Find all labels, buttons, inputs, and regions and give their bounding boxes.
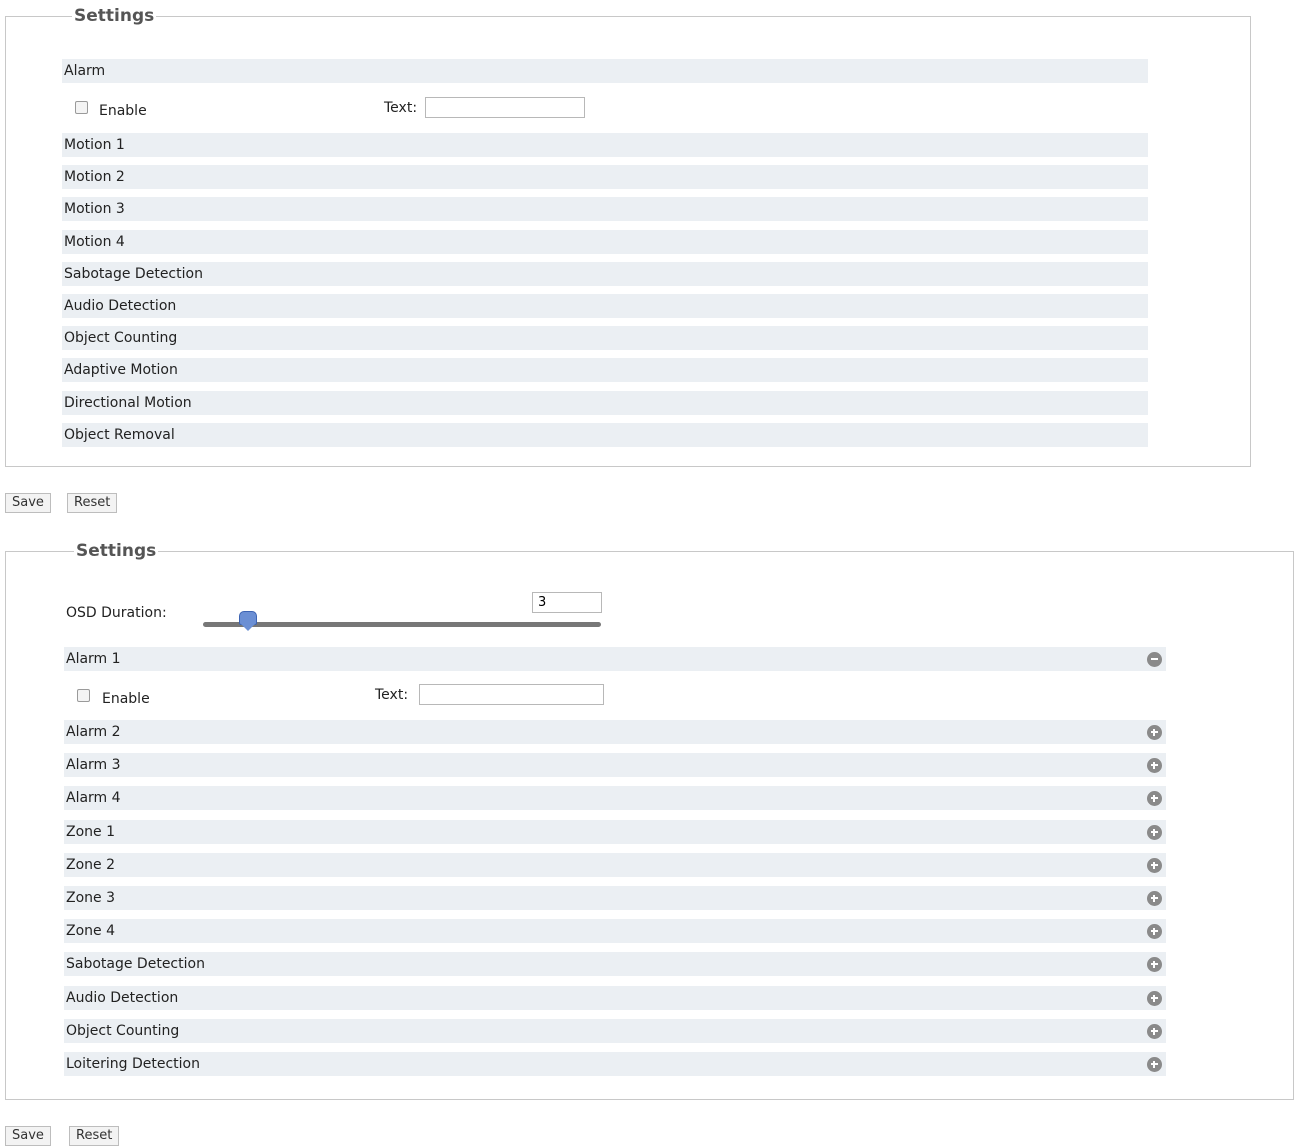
osd-duration-slider-thumb[interactable] (239, 611, 257, 631)
panel-1-section-row[interactable]: Directional Motion (62, 390, 1148, 415)
alarm-1-enable-label: Enable (102, 691, 150, 707)
panel-1-section-label: Motion 4 (64, 233, 125, 250)
panel-1-legend: Settings (74, 6, 155, 26)
reset-button-2[interactable]: Reset (69, 1126, 120, 1146)
panel-2-section-row[interactable]: Zone 4 (64, 919, 1166, 944)
plus-circle-icon[interactable] (1147, 1023, 1162, 1039)
alarm-1-section-label: Alarm 1 (66, 651, 121, 667)
panel-2-section-label: Zone 1 (66, 823, 115, 840)
panel-1-section-row[interactable]: Sabotage Detection (62, 261, 1148, 286)
panel-1-section-label: Object Counting (64, 330, 178, 347)
alarm-1-text-label: Text: (375, 687, 409, 703)
panel-1-section-label: Audio Detection (64, 298, 177, 314)
panel-1-section-label: Motion 2 (64, 169, 125, 186)
panel-2-section-row[interactable]: Alarm 2 (64, 720, 1166, 744)
panel-2-section-row[interactable]: Audio Detection (64, 985, 1166, 1010)
minus-circle-icon[interactable] (1147, 652, 1162, 667)
panel-1-section-row[interactable]: Object Removal (62, 422, 1148, 447)
reset-button-1[interactable]: Reset (67, 493, 118, 513)
panel-2-section-label: Alarm 3 (66, 757, 121, 774)
alarm-1-section-header[interactable]: Alarm 1 (64, 647, 1166, 671)
panel-2-legend: Settings (76, 541, 157, 561)
plus-circle-icon[interactable] (1147, 1057, 1162, 1072)
panel-2-section-row[interactable]: Zone 3 (64, 886, 1166, 910)
panel-1-section-label: Directional Motion (64, 394, 192, 411)
panel-1-section-row[interactable]: Object Counting (62, 326, 1148, 351)
plus-circle-icon[interactable] (1147, 957, 1162, 973)
panel-1-section-label: Adaptive Motion (64, 362, 178, 379)
osd-duration-slider-track[interactable] (203, 622, 601, 627)
panel-2-section-row[interactable]: Loitering Detection (64, 1052, 1166, 1076)
alarm-1-text-input[interactable] (419, 684, 604, 705)
panel-1-section-row[interactable]: Motion 2 (62, 165, 1148, 190)
osd-duration-input[interactable] (532, 592, 602, 613)
plus-circle-icon[interactable] (1147, 891, 1162, 906)
plus-circle-icon[interactable] (1147, 924, 1162, 940)
panel-1-section-label: Motion 1 (64, 137, 125, 153)
alarm-section-label: Alarm (64, 63, 106, 79)
panel-1-section-row[interactable]: Motion 1 (62, 133, 1148, 157)
alarm-text-label: Text: (384, 100, 418, 116)
panel-1-section-label: Object Removal (64, 426, 175, 443)
panel-2-section-label: Alarm 2 (66, 724, 121, 740)
osd-duration-label: OSD Duration: (66, 605, 167, 621)
plus-circle-icon[interactable] (1147, 824, 1162, 840)
panel-2-section-label: Loitering Detection (66, 1056, 200, 1072)
panel-1-section-row[interactable]: Motion 4 (62, 229, 1148, 254)
panel-2-section-label: Audio Detection (66, 989, 179, 1006)
panel-2-section-label: Zone 4 (66, 923, 115, 940)
alarm-enable-label: Enable (99, 103, 147, 119)
save-button-2[interactable]: Save (5, 1126, 51, 1146)
panel-2-section-label: Zone 3 (66, 890, 115, 906)
panel-1-section-label: Sabotage Detection (64, 265, 203, 282)
plus-circle-icon[interactable] (1147, 990, 1162, 1006)
panel-2-section-row[interactable]: Alarm 4 (64, 786, 1166, 811)
panel-2-section-label: Zone 2 (66, 856, 115, 873)
plus-circle-icon[interactable] (1147, 758, 1162, 774)
alarm-enable-checkbox[interactable] (75, 101, 88, 114)
panel-2-section-row[interactable]: Zone 2 (64, 852, 1166, 877)
plus-circle-icon[interactable] (1147, 791, 1162, 807)
alarm-text-input[interactable] (425, 97, 585, 118)
panel-1-section-row[interactable]: Audio Detection (62, 294, 1148, 318)
alarm-section-header[interactable]: Alarm (62, 59, 1148, 83)
panel-1-section-row[interactable]: Motion 3 (62, 197, 1148, 222)
panel-2-section-label: Sabotage Detection (66, 956, 205, 973)
panel-2-section-row[interactable]: Sabotage Detection (64, 952, 1166, 977)
panel-1-section-label: Motion 3 (64, 201, 125, 218)
panel-1-section-row[interactable]: Adaptive Motion (62, 358, 1148, 383)
panel-2-section-row[interactable]: Object Counting (64, 1018, 1166, 1043)
panel-2-section-label: Alarm 4 (66, 790, 121, 807)
plus-circle-icon[interactable] (1147, 725, 1162, 740)
alarm-1-enable-checkbox[interactable] (77, 689, 90, 702)
panel-2-section-row[interactable]: Alarm 3 (64, 753, 1166, 778)
save-button-1[interactable]: Save (5, 493, 51, 513)
panel-2-section-row[interactable]: Zone 1 (64, 819, 1166, 844)
panel-2-section-label: Object Counting (66, 1022, 180, 1039)
plus-circle-icon[interactable] (1147, 857, 1162, 873)
